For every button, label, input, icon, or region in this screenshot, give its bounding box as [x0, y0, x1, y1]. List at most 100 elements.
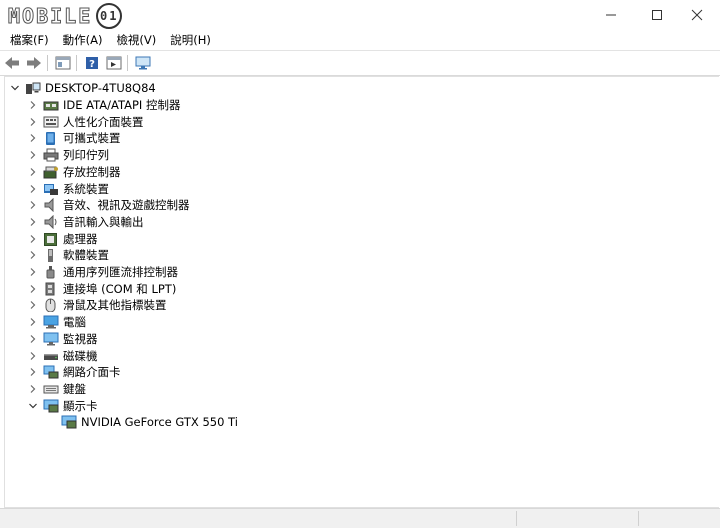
tree-item-category[interactable]: 列印佇列 — [27, 147, 109, 164]
properties-icon — [55, 56, 71, 70]
usb-icon — [43, 265, 59, 279]
tree-item-category[interactable]: 連接埠 (COM 和 LPT) — [27, 280, 176, 297]
chevron-right-icon[interactable] — [27, 132, 39, 144]
disk-drive-icon — [43, 349, 59, 363]
chevron-right-icon[interactable] — [27, 316, 39, 328]
tree-item-computer-root[interactable]: DESKTOP-4TU8Q84 — [9, 80, 156, 97]
tree-item-label: 可攜式裝置 — [63, 131, 121, 146]
tree-item-label: 連接埠 (COM 和 LPT) — [63, 281, 177, 296]
tree-item-category[interactable]: 通用序列匯流排控制器 — [27, 264, 178, 281]
chevron-right-icon[interactable] — [27, 266, 39, 278]
watermark-badge: 01 — [96, 3, 123, 29]
tree-item-category[interactable]: 可攜式裝置 — [27, 130, 121, 147]
chevron-down-icon[interactable] — [27, 400, 39, 412]
portable-device-icon — [43, 131, 59, 146]
tree-item-category[interactable]: 存放控制器 — [27, 164, 121, 181]
help-button[interactable]: ? — [82, 53, 102, 73]
chevron-right-icon[interactable] — [27, 116, 39, 128]
chevron-right-icon[interactable] — [27, 383, 39, 395]
chevron-right-icon[interactable] — [27, 299, 39, 311]
computer-icon — [25, 81, 41, 95]
status-bar — [0, 508, 720, 528]
tree-item-category[interactable]: 電腦 — [27, 314, 86, 331]
toolbar-separator — [47, 55, 48, 71]
tree-item-category[interactable]: 軟體裝置 — [27, 247, 109, 264]
tree-item-category[interactable]: 音效、視訊及遊戲控制器 — [27, 197, 190, 214]
tree-item-category[interactable]: 滑鼠及其他指標裝置 — [27, 297, 167, 314]
menu-view[interactable]: 檢視(V) — [109, 30, 163, 50]
chevron-right-icon[interactable] — [27, 216, 39, 228]
menu-file[interactable]: 檔案(F) — [0, 30, 56, 50]
storage-controller-icon — [43, 165, 59, 179]
tree-item-label: 顯示卡 — [63, 398, 98, 413]
display-adapter-icon — [43, 399, 59, 413]
minimize-button[interactable] — [588, 0, 634, 30]
ide-controller-icon — [43, 98, 59, 112]
toolbar-separator — [76, 55, 77, 71]
close-icon — [691, 9, 703, 21]
tree-item-label: 存放控制器 — [63, 164, 121, 179]
watermark-logo: MOBILE 01 — [7, 3, 123, 29]
chevron-right-icon[interactable] — [27, 183, 39, 195]
network-adapter-icon — [43, 365, 59, 379]
chevron-right-icon[interactable] — [27, 166, 39, 178]
properties-button[interactable] — [53, 53, 73, 73]
chevron-right-icon[interactable] — [27, 233, 39, 245]
chevron-right-icon[interactable] — [27, 199, 39, 211]
chevron-right-icon[interactable] — [27, 366, 39, 378]
maximize-icon — [652, 10, 662, 20]
close-button[interactable] — [674, 0, 720, 30]
toolbar: ? — [0, 50, 720, 76]
toolbar-separator — [127, 55, 128, 71]
tree-item-label: 音訊輸入與輸出 — [63, 214, 144, 229]
tree-item-label: NVIDIA GeForce GTX 550 Ti — [81, 415, 238, 430]
mouse-icon — [43, 298, 59, 313]
menu-bar: 檔案(F) 動作(A) 檢視(V) 說明(H) — [0, 30, 720, 50]
chevron-right-icon[interactable] — [27, 99, 39, 111]
port-icon — [43, 282, 59, 296]
help-icon: ? — [86, 57, 98, 70]
tree-item-label: 滑鼠及其他指標裝置 — [63, 298, 167, 313]
chevron-down-icon[interactable] — [9, 82, 21, 94]
tree-item-label: 系統裝置 — [63, 181, 109, 196]
tree-item-category[interactable]: 顯示卡 — [27, 397, 98, 414]
monitor-scan-icon — [135, 56, 151, 70]
tree-item-label: 磁碟機 — [63, 348, 98, 363]
display-adapter-icon — [61, 415, 77, 429]
chevron-right-icon[interactable] — [27, 333, 39, 345]
forward-button[interactable] — [24, 53, 44, 73]
tree-item-category[interactable]: 處理器 — [27, 230, 98, 247]
tree-item-category[interactable]: 系統裝置 — [27, 180, 109, 197]
tree-item-category[interactable]: 網路介面卡 — [27, 364, 121, 381]
tree-item-category[interactable]: IDE ATA/ATAPI 控制器 — [27, 97, 180, 114]
tree-item-device[interactable]: NVIDIA GeForce GTX 550 Ti — [45, 414, 238, 431]
tree-item-label: 軟體裝置 — [63, 248, 109, 263]
processor-icon — [43, 232, 59, 246]
watermark-text: MOBILE — [7, 4, 93, 29]
chevron-right-icon[interactable] — [27, 350, 39, 362]
tree-item-category[interactable]: 磁碟機 — [27, 347, 98, 364]
system-device-icon — [43, 182, 59, 196]
menu-action[interactable]: 動作(A) — [56, 30, 110, 50]
back-icon — [5, 57, 19, 69]
chevron-right-icon[interactable] — [27, 283, 39, 295]
show-hide-button[interactable] — [104, 53, 124, 73]
tree-item-category[interactable]: 音訊輸入與輸出 — [27, 214, 144, 231]
software-device-icon — [43, 248, 59, 263]
tree-item-category[interactable]: 人性化介面裝置 — [27, 113, 144, 130]
chevron-right-icon[interactable] — [27, 149, 39, 161]
tree-item-label: 處理器 — [63, 231, 98, 246]
tree-item-category[interactable]: 監視器 — [27, 331, 98, 348]
chevron-right-icon[interactable] — [27, 249, 39, 261]
tree-item-label: 網路介面卡 — [63, 365, 121, 380]
tree-item-category[interactable]: 鍵盤 — [27, 381, 86, 398]
menu-help[interactable]: 說明(H) — [163, 30, 218, 50]
scan-hardware-button[interactable] — [133, 53, 153, 73]
printer-icon — [43, 148, 59, 162]
tree-item-label: 監視器 — [63, 331, 98, 346]
tree-item-label: 通用序列匯流排控制器 — [63, 265, 178, 280]
audio-io-icon — [43, 214, 59, 229]
tree-item-label: DESKTOP-4TU8Q84 — [45, 81, 156, 96]
back-button[interactable] — [2, 53, 22, 73]
